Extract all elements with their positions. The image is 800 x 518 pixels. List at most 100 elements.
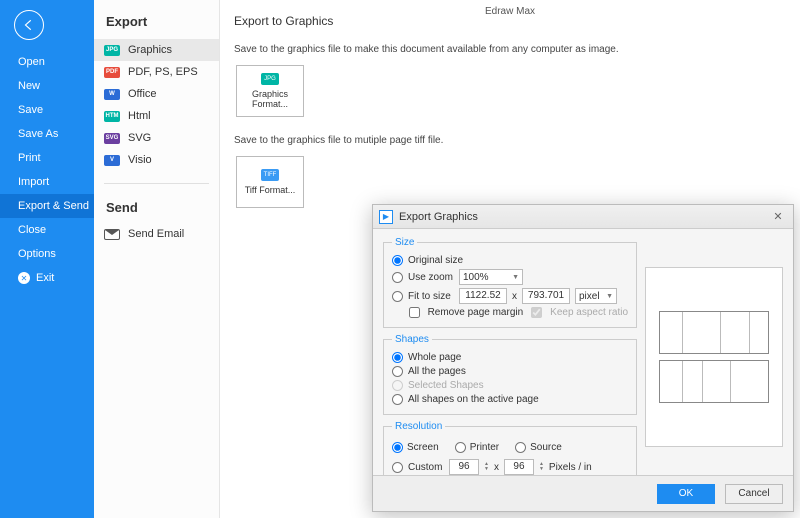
screen-radio[interactable] — [392, 442, 403, 453]
format-item-graphics[interactable]: JPG Graphics — [94, 39, 219, 61]
format-label: Visio — [128, 154, 152, 166]
res-unit-label: Pixels / in — [549, 462, 592, 473]
shapes-fieldset: Shapes Whole page All the pages Selected… — [383, 334, 637, 415]
unit-select[interactable]: pixel▼ — [575, 288, 617, 304]
jpg-icon: JPG — [261, 73, 279, 85]
sidebar-item-save[interactable]: Save — [0, 98, 94, 122]
exit-icon: ✕ — [18, 272, 30, 284]
close-icon[interactable]: ✕ — [769, 210, 787, 223]
format-icon: SVG — [104, 133, 120, 144]
sidebar-item-import[interactable]: Import — [0, 170, 94, 194]
format-label: SVG — [128, 132, 151, 144]
whole-page-label: Whole page — [408, 352, 461, 363]
printer-label: Printer — [470, 442, 499, 453]
size-fieldset: Size Original size Use zoom 100%▼ Fit to… — [383, 237, 637, 328]
all-pages-label: All the pages — [408, 366, 466, 377]
mail-icon — [104, 229, 120, 240]
graphics-format-tile[interactable]: JPG Graphics Format... — [236, 65, 304, 117]
spinner-icon[interactable]: ▲▼ — [539, 462, 544, 472]
sidebar-item-print[interactable]: Print — [0, 146, 94, 170]
fit-to-size-radio[interactable] — [392, 291, 403, 302]
sidebar-exit-label: Exit — [36, 272, 54, 284]
remove-margin-label: Remove page margin — [428, 307, 524, 318]
description-1: Save to the graphics file to make this d… — [220, 38, 800, 65]
res-y-input[interactable]: 96 — [504, 459, 534, 475]
printer-radio[interactable] — [455, 442, 466, 453]
format-icon: V — [104, 155, 120, 166]
height-input[interactable]: 793.701 — [522, 288, 570, 304]
divider — [104, 183, 209, 184]
all-active-label: All shapes on the active page — [408, 394, 539, 405]
format-icon: W — [104, 89, 120, 100]
all-active-radio[interactable] — [392, 394, 403, 405]
source-label: Source — [530, 442, 562, 453]
format-icon: PDF — [104, 67, 120, 78]
source-radio[interactable] — [515, 442, 526, 453]
format-item-office[interactable]: W Office — [94, 83, 219, 105]
export-graphics-dialog: ▶ Export Graphics ✕ Size Original size U… — [372, 204, 794, 512]
chevron-down-icon: ▼ — [512, 274, 519, 281]
export-title: Export — [94, 0, 219, 39]
use-zoom-radio[interactable] — [392, 272, 403, 283]
keep-aspect-label: Keep aspect ratio — [550, 307, 628, 318]
screen-label: Screen — [407, 442, 439, 453]
shapes-legend: Shapes — [392, 334, 432, 345]
sidebar-item-options[interactable]: Options — [0, 242, 94, 266]
spinner-icon[interactable]: ▲▼ — [484, 462, 489, 472]
dialog-icon: ▶ — [379, 210, 393, 224]
sidebar-item-save-as[interactable]: Save As — [0, 122, 94, 146]
width-input[interactable]: 1122.52 — [459, 288, 507, 304]
chevron-down-icon: ▼ — [606, 293, 613, 300]
ok-button[interactable]: OK — [657, 484, 715, 504]
preview-pane — [645, 267, 783, 447]
custom-radio[interactable] — [392, 462, 403, 473]
format-item-html[interactable]: HTMHtml — [94, 105, 219, 127]
tile2-label: Tiff Format... — [245, 185, 296, 195]
preview-thumbnail — [659, 311, 769, 403]
sidebar-item-exit[interactable]: ✕ Exit — [0, 266, 94, 290]
sidebar-item-new[interactable]: New — [0, 74, 94, 98]
dialog-footer: OK Cancel — [373, 475, 793, 511]
page-title: Export to Graphics — [220, 0, 800, 38]
send-email-label: Send Email — [128, 228, 184, 240]
format-icon: JPG — [104, 45, 120, 56]
resolution-legend: Resolution — [392, 421, 445, 432]
sidebar-item-open[interactable]: Open — [0, 50, 94, 74]
sidebar-item-export-send[interactable]: Export & Send — [0, 194, 94, 218]
tile1-label: Graphics Format... — [237, 89, 303, 109]
send-title: Send — [94, 196, 219, 223]
file-sidebar: OpenNewSaveSave AsPrintImportExport & Se… — [0, 0, 94, 518]
back-button[interactable] — [14, 10, 44, 40]
res-x-input[interactable]: 96 — [449, 459, 479, 475]
original-size-radio[interactable] — [392, 255, 403, 266]
selected-shapes-label: Selected Shapes — [408, 380, 484, 391]
whole-page-radio[interactable] — [392, 352, 403, 363]
export-panel: Export JPG Graphics PDF PDF, PS, EPS W Office… — [94, 0, 220, 518]
dialog-title: Export Graphics — [399, 211, 478, 223]
format-label: Office — [128, 88, 157, 100]
sidebar-item-close[interactable]: Close — [0, 218, 94, 242]
x-label: x — [512, 291, 517, 302]
selected-shapes-radio — [392, 380, 403, 391]
all-pages-radio[interactable] — [392, 366, 403, 377]
use-zoom-label: Use zoom — [408, 272, 454, 283]
original-size-label: Original size — [408, 255, 463, 266]
tiff-format-tile[interactable]: TIFF Tiff Format... — [236, 156, 304, 208]
description-2: Save to the graphics file to mutiple pag… — [220, 129, 800, 156]
format-label: Graphics — [128, 44, 172, 56]
format-label: PDF, PS, EPS — [128, 66, 198, 78]
size-legend: Size — [392, 237, 417, 248]
format-item-pdf-ps-eps[interactable]: PDF PDF, PS, EPS — [94, 61, 219, 83]
back-arrow-icon — [22, 18, 36, 32]
dialog-titlebar[interactable]: ▶ Export Graphics ✕ — [373, 205, 793, 229]
remove-margin-checkbox[interactable] — [409, 307, 420, 318]
send-email-item[interactable]: Send Email — [94, 223, 219, 245]
cancel-button[interactable]: Cancel — [725, 484, 783, 504]
custom-label: Custom — [408, 462, 444, 473]
zoom-select[interactable]: 100%▼ — [459, 269, 523, 285]
tiff-icon: TIFF — [261, 169, 279, 181]
fit-to-size-label: Fit to size — [408, 291, 454, 302]
format-item-visio[interactable]: V Visio — [94, 149, 219, 171]
format-item-svg[interactable]: SVG SVG — [94, 127, 219, 149]
keep-aspect-checkbox — [531, 307, 542, 318]
